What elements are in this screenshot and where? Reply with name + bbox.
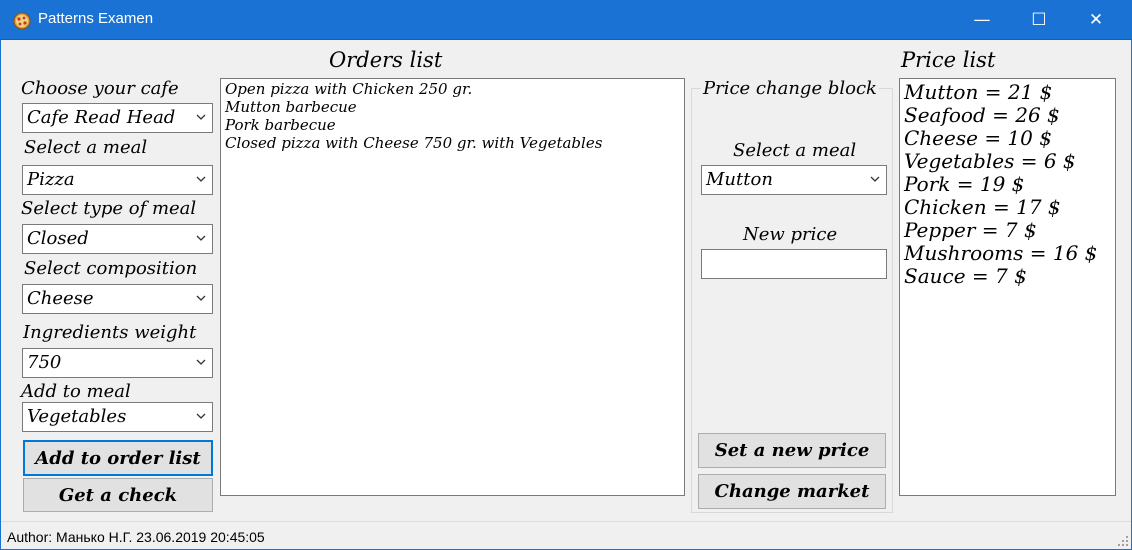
add-to-meal-select[interactable]: Vegetables bbox=[22, 402, 213, 432]
list-item[interactable]: Seafood = 26 $ bbox=[904, 104, 1111, 127]
set-new-price-button[interactable]: Set a new price bbox=[698, 433, 886, 468]
chevron-down-icon bbox=[196, 295, 206, 301]
set-new-price-button-label: Set a new price bbox=[714, 440, 870, 461]
get-check-button[interactable]: Get a check bbox=[23, 478, 213, 512]
price-list-title: Price list bbox=[901, 48, 996, 72]
meal-select[interactable]: Pizza bbox=[22, 165, 213, 195]
new-price-label: New price bbox=[743, 224, 838, 245]
list-item[interactable]: Chicken = 17 $ bbox=[904, 196, 1111, 219]
meal-select-value: Pizza bbox=[27, 169, 75, 190]
chevron-down-icon bbox=[870, 176, 880, 182]
window-title: Patterns Examen bbox=[38, 10, 154, 27]
type-select-value: Closed bbox=[27, 228, 89, 249]
weight-select[interactable]: 750 bbox=[22, 348, 213, 378]
type-label: Select type of meal bbox=[21, 198, 197, 219]
cafe-select-value: Cafe Read Head bbox=[27, 107, 176, 128]
list-item[interactable]: Closed pizza with Cheese 750 gr. with Ve… bbox=[225, 134, 680, 152]
status-bar: Author: Манько Н.Г. 23.06.2019 20:45:05 bbox=[1, 521, 1131, 549]
change-market-button-label: Change market bbox=[714, 481, 870, 502]
resize-grip-icon[interactable] bbox=[1117, 535, 1129, 547]
orders-title: Orders list bbox=[329, 48, 443, 72]
chevron-down-icon bbox=[196, 235, 206, 241]
change-market-button[interactable]: Change market bbox=[698, 474, 886, 509]
price-list[interactable]: Mutton = 21 $ Seafood = 26 $ Cheese = 10… bbox=[899, 78, 1116, 496]
price-change-title: Price change block bbox=[701, 78, 879, 99]
cafe-label: Choose your cafe bbox=[21, 78, 179, 99]
meal-label: Select a meal bbox=[24, 137, 148, 158]
list-item[interactable]: Pork = 19 $ bbox=[904, 173, 1111, 196]
minimize-icon: — bbox=[973, 10, 991, 30]
close-icon: ✕ bbox=[1088, 10, 1104, 30]
chevron-down-icon bbox=[196, 359, 206, 365]
new-price-input[interactable] bbox=[701, 249, 887, 279]
add-to-meal-label: Add to meal bbox=[21, 381, 131, 402]
composition-select-value: Cheese bbox=[27, 288, 94, 309]
add-to-order-button-label: Add to order list bbox=[35, 447, 201, 469]
chevron-down-icon bbox=[196, 176, 206, 182]
composition-select[interactable]: Cheese bbox=[22, 284, 213, 314]
list-item[interactable]: Pepper = 7 $ bbox=[904, 219, 1111, 242]
add-to-meal-select-value: Vegetables bbox=[27, 406, 127, 427]
title-bar[interactable]: Patterns Examen — ☐ ✕ bbox=[0, 0, 1132, 40]
list-item[interactable]: Mushrooms = 16 $ bbox=[904, 242, 1111, 265]
list-item[interactable]: Mutton = 21 $ bbox=[904, 81, 1111, 104]
list-item[interactable]: Cheese = 10 $ bbox=[904, 127, 1111, 150]
list-item[interactable]: Open pizza with Chicken 250 gr. bbox=[225, 80, 680, 98]
pizza-icon bbox=[13, 12, 31, 30]
add-to-order-button[interactable]: Add to order list bbox=[23, 440, 213, 476]
type-select[interactable]: Closed bbox=[22, 224, 213, 254]
price-meal-label: Select a meal bbox=[733, 140, 857, 161]
status-text: Author: Манько Н.Г. 23.06.2019 20:45:05 bbox=[7, 529, 265, 545]
maximize-icon: ☐ bbox=[1031, 10, 1047, 30]
orders-list[interactable]: Open pizza with Chicken 250 gr. Mutton b… bbox=[220, 78, 685, 496]
cafe-select[interactable]: Cafe Read Head bbox=[22, 103, 213, 133]
list-item[interactable]: Vegetables = 6 $ bbox=[904, 150, 1111, 173]
chevron-down-icon bbox=[196, 114, 206, 120]
list-item[interactable]: Pork barbecue bbox=[225, 116, 680, 134]
get-check-button-label: Get a check bbox=[58, 484, 178, 506]
composition-label: Select composition bbox=[24, 258, 198, 279]
weight-select-value: 750 bbox=[27, 352, 62, 373]
price-meal-select-value: Mutton bbox=[706, 169, 773, 190]
minimize-button[interactable]: — bbox=[954, 0, 1010, 40]
maximize-button[interactable]: ☐ bbox=[1011, 0, 1067, 40]
list-item[interactable]: Mutton barbecue bbox=[225, 98, 680, 116]
list-item[interactable]: Sauce = 7 $ bbox=[904, 265, 1111, 288]
chevron-down-icon bbox=[196, 413, 206, 419]
weight-label: Ingredients weight bbox=[23, 322, 197, 343]
price-meal-select[interactable]: Mutton bbox=[701, 165, 887, 195]
close-button[interactable]: ✕ bbox=[1068, 0, 1124, 40]
